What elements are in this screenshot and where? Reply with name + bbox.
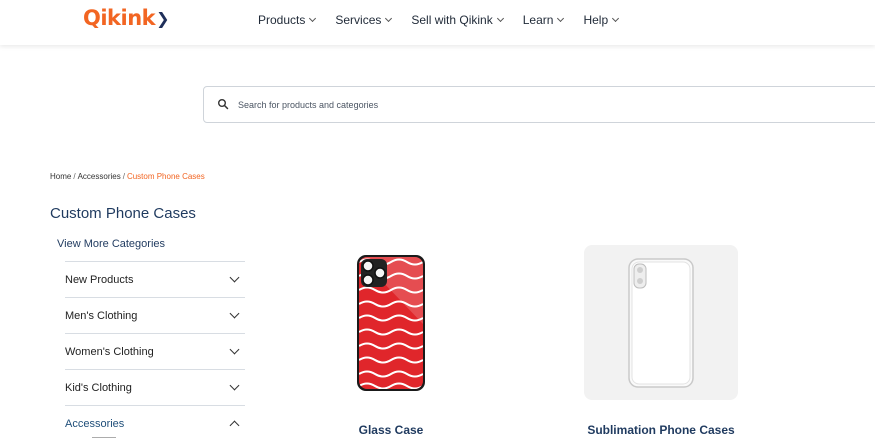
category-label: Kid's Clothing xyxy=(65,381,132,394)
page-title: Custom Phone Cases xyxy=(50,205,196,222)
category-label: New Products xyxy=(65,273,134,286)
subcategory-cut-off: ——— xyxy=(92,433,132,438)
chevron-up-icon xyxy=(229,420,240,431)
category-list: New Products Men's Clothing Women's Clot… xyxy=(65,261,245,438)
category-label: Accessories xyxy=(65,417,125,430)
product-name[interactable]: Sublimation Phone Cases xyxy=(584,423,738,437)
category-mens-clothing[interactable]: Men's Clothing xyxy=(65,297,245,333)
red-wave-phone-case-image xyxy=(357,254,425,391)
subcategory-cut-text: ——— xyxy=(92,433,116,438)
chevron-down-icon xyxy=(229,308,240,319)
category-label: Men's Clothing xyxy=(65,309,138,322)
product-image[interactable] xyxy=(314,245,468,400)
chevron-down-icon xyxy=(309,14,317,22)
search-bar xyxy=(203,86,875,123)
search-input[interactable] xyxy=(238,96,838,114)
chevron-down-icon xyxy=(496,14,504,22)
breadcrumb-current: Custom Phone Cases xyxy=(126,172,205,181)
top-header: Qikink❯ Products Services Sell with Qiki… xyxy=(0,0,875,45)
breadcrumb-separator: / xyxy=(73,172,76,181)
product-card-glass-case[interactable]: Glass Case xyxy=(314,245,468,437)
logo-text: Qikink xyxy=(83,6,156,30)
category-womens-clothing[interactable]: Women's Clothing xyxy=(65,333,245,369)
breadcrumb: Home / Accessories / Custom Phone Cases xyxy=(50,172,205,181)
nav-label: Learn xyxy=(522,13,554,27)
product-image[interactable] xyxy=(584,245,738,400)
white-phone-case-image xyxy=(628,257,694,388)
search-icon[interactable] xyxy=(217,98,229,110)
product-name[interactable]: Glass Case xyxy=(314,423,468,437)
chevron-down-icon xyxy=(229,272,240,283)
product-card-sublimation-phone-cases[interactable]: Sublimation Phone Cases xyxy=(584,245,738,437)
chevron-down-icon xyxy=(612,14,620,22)
nav-help[interactable]: Help xyxy=(583,13,620,27)
chevron-down-icon xyxy=(557,14,565,22)
breadcrumb-accessories[interactable]: Accessories xyxy=(78,172,121,181)
logo-chevron-icon: ❯ xyxy=(156,9,170,28)
main-nav: Products Services Sell with Qikink Learn… xyxy=(258,13,638,27)
category-new-products[interactable]: New Products xyxy=(65,261,245,297)
breadcrumb-home[interactable]: Home xyxy=(50,172,71,181)
chevron-down-icon xyxy=(385,14,393,22)
breadcrumb-separator: / xyxy=(122,172,125,181)
nav-sell-with-qikink[interactable]: Sell with Qikink xyxy=(411,13,504,27)
chevron-down-icon xyxy=(229,380,240,391)
category-kids-clothing[interactable]: Kid's Clothing xyxy=(65,369,245,405)
nav-services[interactable]: Services xyxy=(335,13,393,27)
nav-products[interactable]: Products xyxy=(258,13,317,27)
nav-label: Help xyxy=(583,13,609,27)
nav-label: Sell with Qikink xyxy=(411,13,493,27)
chevron-down-icon xyxy=(229,344,240,355)
qikink-logo[interactable]: Qikink❯ xyxy=(83,6,170,30)
view-more-categories-link[interactable]: View More Categories xyxy=(57,238,165,250)
nav-label: Products xyxy=(258,13,306,27)
nav-learn[interactable]: Learn xyxy=(522,13,565,27)
category-label: Women's Clothing xyxy=(65,345,154,358)
nav-label: Services xyxy=(335,13,382,27)
